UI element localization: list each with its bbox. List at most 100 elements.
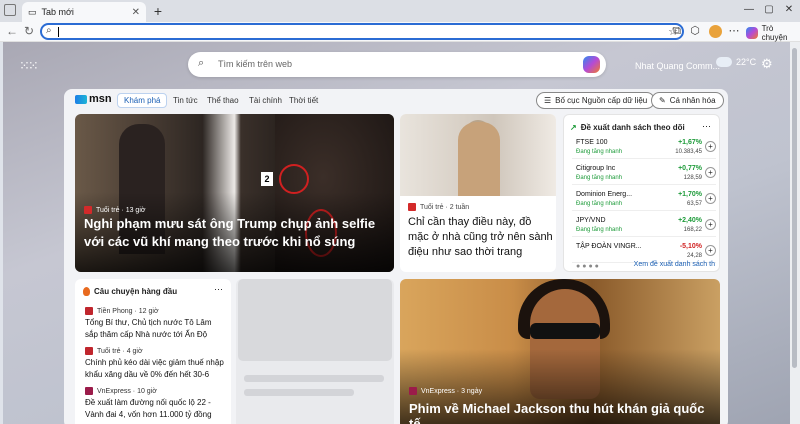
close-window-button[interactable]: ✕ <box>780 2 798 18</box>
hero-source-text: Tuổi trẻ · 13 giờ <box>96 206 146 214</box>
feed-layout-button[interactable]: ☰ Bố cục Nguồn cấp dữ liệu <box>536 92 656 109</box>
web-search-box[interactable]: ⌕ Tìm kiếm trên web <box>188 52 606 77</box>
search-icon: ⌕ <box>198 57 205 69</box>
msn-butterfly-icon <box>75 94 87 104</box>
stock-value: 10.383,45 <box>675 149 702 155</box>
page-icon: ▭ <box>28 6 37 17</box>
stock-trend-label: Đang tăng nhanh <box>576 201 623 207</box>
stock-name: JPY/VND <box>576 217 606 224</box>
minimize-button[interactable]: — <box>740 2 758 18</box>
msn-logo[interactable]: msn <box>75 93 112 105</box>
story-source-text: Tiền Phong · 12 giờ <box>97 307 159 315</box>
close-tab-icon[interactable]: ✕ <box>132 7 140 18</box>
stock-trend-label: Đang tăng nhanh <box>576 175 623 181</box>
tab-new-tab[interactable]: ▭ Tab mới ✕ <box>22 2 146 22</box>
personalize-button[interactable]: ✎ Cá nhân hóa <box>651 92 724 109</box>
loading-placeholder-card <box>236 279 394 424</box>
flame-icon <box>83 287 90 296</box>
story-source: Tuổi trẻ · 4 giờ <box>85 347 143 355</box>
tab-tai-chinh[interactable]: Tài chính <box>249 96 282 105</box>
add-to-watchlist-icon[interactable]: + <box>705 167 716 178</box>
weather-widget[interactable]: 22°C <box>716 53 756 67</box>
copilot-button[interactable]: Trò chuyện <box>746 24 800 42</box>
stock-value: 128,59 <box>683 175 702 181</box>
user-name[interactable]: Nhat Quang Comm... <box>635 61 720 71</box>
stock-row[interactable]: FTSE 100 Đang tăng nhanh +1,67% 10.383,45 + <box>572 137 716 159</box>
tuoi-tre-logo-icon <box>408 203 416 211</box>
stock-change: +2,40% <box>678 217 702 224</box>
placeholder-image <box>238 279 392 361</box>
layout-icon: ☰ <box>544 96 552 105</box>
copilot-icon[interactable] <box>583 56 600 73</box>
back-button[interactable]: ← <box>4 23 20 39</box>
hero-title[interactable]: Nghi phạm mưu sát ông Trump chụp ảnh sel… <box>84 215 384 251</box>
app-launcher-icon[interactable]: ⁙⁙ <box>19 58 39 74</box>
new-tab-button[interactable]: + <box>150 3 166 19</box>
story-source: Tiền Phong · 12 giờ <box>85 307 159 315</box>
mj-title[interactable]: Phim về Michael Jackson thu hút khán giả… <box>409 401 719 424</box>
text-caret <box>58 27 59 37</box>
copilot-label: Trò chuyện <box>761 24 788 42</box>
stock-value: 24,28 <box>686 253 702 259</box>
more-options-icon[interactable]: ⋯ <box>214 284 223 295</box>
stock-row[interactable]: Citigroup Inc Đang tăng nhanh +0,77% 128,59… <box>572 163 716 185</box>
mj-source: VnExpress · 3 ngày <box>409 387 482 395</box>
fashion-news-card[interactable]: Tuổi trẻ · 2 tuần Chỉ cần thay điều này,… <box>400 114 556 272</box>
watchlist-title: Đề xuất danh sách theo dõi <box>580 123 685 132</box>
more-menu-icon[interactable]: ⋯ <box>726 23 742 39</box>
mid-title[interactable]: Chỉ cần thay điều này, đồ mặc ở nhà cũng… <box>408 215 553 260</box>
address-bar[interactable]: ⌕ ☆ <box>40 23 684 40</box>
see-more-watchlist-link[interactable]: Xem đề xuất danh sách th <box>634 261 715 268</box>
scrollbar-thumb[interactable] <box>792 48 797 368</box>
tab-strip: ▭ Tab mới ✕ + — ▢ ✕ <box>0 0 800 22</box>
tab-kham-pha[interactable]: Khám phá <box>117 93 168 108</box>
story-source: VnExpress · 10 giờ <box>85 387 157 395</box>
stock-name: TẬP ĐOÀN VINGR... <box>576 243 642 250</box>
michael-jackson-news-card[interactable]: VnExpress · 3 ngày Phim về Michael Jacks… <box>400 279 720 424</box>
stock-row[interactable]: Dominion Energ... Đang tăng nhanh +1,70% 63… <box>572 189 716 211</box>
add-to-watchlist-icon[interactable]: + <box>705 193 716 204</box>
stock-value: 168,22 <box>683 227 702 233</box>
split-screen-icon[interactable]: ⧉ <box>669 23 685 39</box>
tab-title: Tab mới <box>41 7 74 17</box>
hero-news-card[interactable]: 2 Tuổi trẻ · 13 giờ Nghi phạm mưu sát ôn… <box>75 114 394 272</box>
top-stories-title: Câu chuyện hàng đầu <box>94 287 178 296</box>
profile-avatar[interactable] <box>709 25 722 38</box>
copilot-icon <box>746 27 758 39</box>
tuoi-tre-logo-icon <box>84 206 92 214</box>
stock-value: 63,57 <box>686 201 702 207</box>
tab-tin-tuc[interactable]: Tin tức <box>173 96 198 105</box>
maximize-button[interactable]: ▢ <box>760 2 778 18</box>
feed-layout-label: Bố cục Nguồn cấp dữ liệu <box>555 96 648 105</box>
settings-gear-icon[interactable]: ⚙ <box>761 56 773 72</box>
feed-nav: msn Khám phá Tin tức Thể thao Tài chính … <box>64 89 728 113</box>
story-title[interactable]: Đề xuất làm đường nối quốc lộ 22 - Vành … <box>85 397 225 421</box>
stock-row[interactable]: TẬP ĐOÀN VINGR... -5,10% 24,28 + <box>572 241 716 263</box>
more-options-icon[interactable]: ⋯ <box>702 121 711 132</box>
add-to-watchlist-icon[interactable]: + <box>705 141 716 152</box>
story-title[interactable]: Tổng Bí thư, Chủ tịch nước Tô Lâm sắp th… <box>85 317 225 341</box>
tab-actions-icon[interactable] <box>4 4 16 16</box>
source-logo-icon <box>85 347 93 355</box>
tab-the-thao[interactable]: Thể thao <box>207 96 239 105</box>
msn-logo-text: msn <box>89 93 112 105</box>
tab-thoi-tiet[interactable]: Thời tiết <box>289 96 318 105</box>
add-to-watchlist-icon[interactable]: + <box>705 245 716 256</box>
page-scrollbar[interactable] <box>790 42 800 424</box>
watchlist-header: ↗ Đề xuất danh sách theo dõi <box>570 123 685 132</box>
refresh-button[interactable]: ↻ <box>21 23 37 39</box>
stock-name: FTSE 100 <box>576 139 608 146</box>
stock-change: -5,10% <box>679 243 702 250</box>
add-to-watchlist-icon[interactable]: + <box>705 219 716 230</box>
edit-icon: ✎ <box>659 96 666 105</box>
story-title[interactable]: Chính phủ kéo dài việc giảm thuế nhập kh… <box>85 357 225 381</box>
story-source-text: VnExpress · 10 giờ <box>97 387 157 395</box>
carousel-dots[interactable]: ●●●● <box>576 263 601 270</box>
placeholder-line <box>244 389 354 396</box>
story-source-text: Tuổi trẻ · 4 giờ <box>97 347 143 355</box>
watchlist-card: ↗ Đề xuất danh sách theo dõi ⋯ FTSE 100 Đ… <box>563 114 720 272</box>
hero-source: Tuổi trẻ · 13 giờ <box>84 206 145 214</box>
source-logo-icon <box>85 307 93 315</box>
extensions-icon[interactable]: ⬡ <box>687 23 703 39</box>
stock-row[interactable]: JPY/VND Đang tăng nhanh +2,40% 168,22 + <box>572 215 716 237</box>
